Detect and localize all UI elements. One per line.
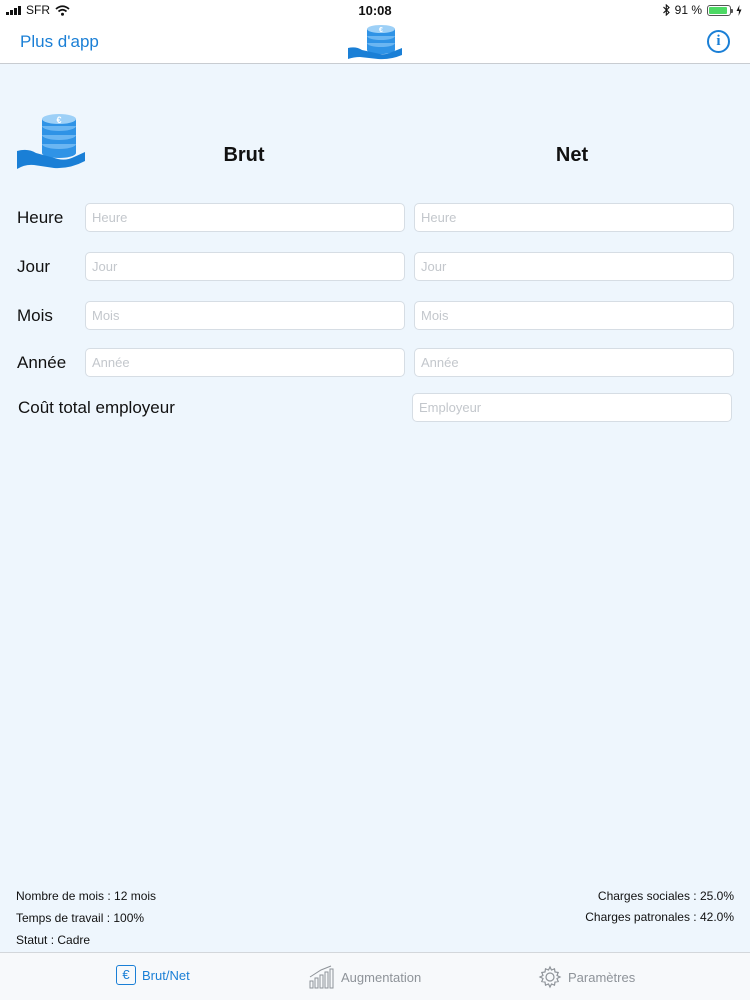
tab-parametres[interactable]: Paramètres [538,965,635,989]
svg-text:€: € [56,115,61,125]
net-annee-input[interactable] [414,348,734,377]
tab-label-augmentation: Augmentation [341,969,422,985]
brut-heure-input[interactable] [85,203,405,232]
brut-annee-input[interactable] [85,348,405,377]
navigation-bar: Plus d'app € i [0,20,750,64]
brut-column-header: Brut [223,144,265,166]
brut-jour-input[interactable] [85,252,405,281]
more-apps-link[interactable]: Plus d'app [20,32,99,52]
battery-percent: 91 % [674,3,702,17]
status-bar: SFR 10:08 91 % [0,0,750,20]
coins-hand-icon: € [17,114,85,169]
euro-icon: € [116,965,136,985]
net-jour-input[interactable] [414,252,734,281]
net-mois-input[interactable] [414,301,734,330]
employer-cost-input[interactable] [412,393,732,422]
net-heure-input[interactable] [414,203,734,232]
row-label-mois: Mois [17,306,53,325]
brut-mois-input[interactable] [85,301,405,330]
work-time-info: Temps de travail : 100% [16,911,145,925]
social-charges-info: Charges sociales : 25.0% [597,889,734,903]
coins-hand-icon: € [348,25,402,60]
info-icon[interactable]: i [707,30,730,53]
tab-bar: € Brut/Net Augmentation Paramètres [0,952,750,1000]
battery-level [709,6,728,14]
tab-augmentation[interactable]: Augmentation [309,965,421,989]
tab-label-parametres: Paramètres [568,969,636,985]
svg-text:€: € [379,27,383,34]
row-label-jour: Jour [17,257,51,276]
gear-icon [538,965,562,989]
months-info: Nombre de mois : 12 mois [16,889,157,903]
status-info: Statut : Cadre [16,933,91,947]
status-right: 91 % [662,3,742,17]
row-label-heure: Heure [17,208,64,227]
status-time: 10:08 [358,3,392,18]
tab-brut-net[interactable]: € Brut/Net [116,965,190,985]
charging-icon [736,4,742,16]
net-column-header: Net [555,144,589,166]
row-label-annee: Année [17,353,67,372]
bluetooth-icon [662,4,670,16]
employer-cost-label: Coût total employeur [18,398,175,417]
battery-icon [707,4,733,16]
bar-chart-icon [309,965,334,989]
employer-charges-info: Charges patronales : 42.0% [585,910,734,924]
tab-label-brut-net: Brut/Net [142,967,190,983]
